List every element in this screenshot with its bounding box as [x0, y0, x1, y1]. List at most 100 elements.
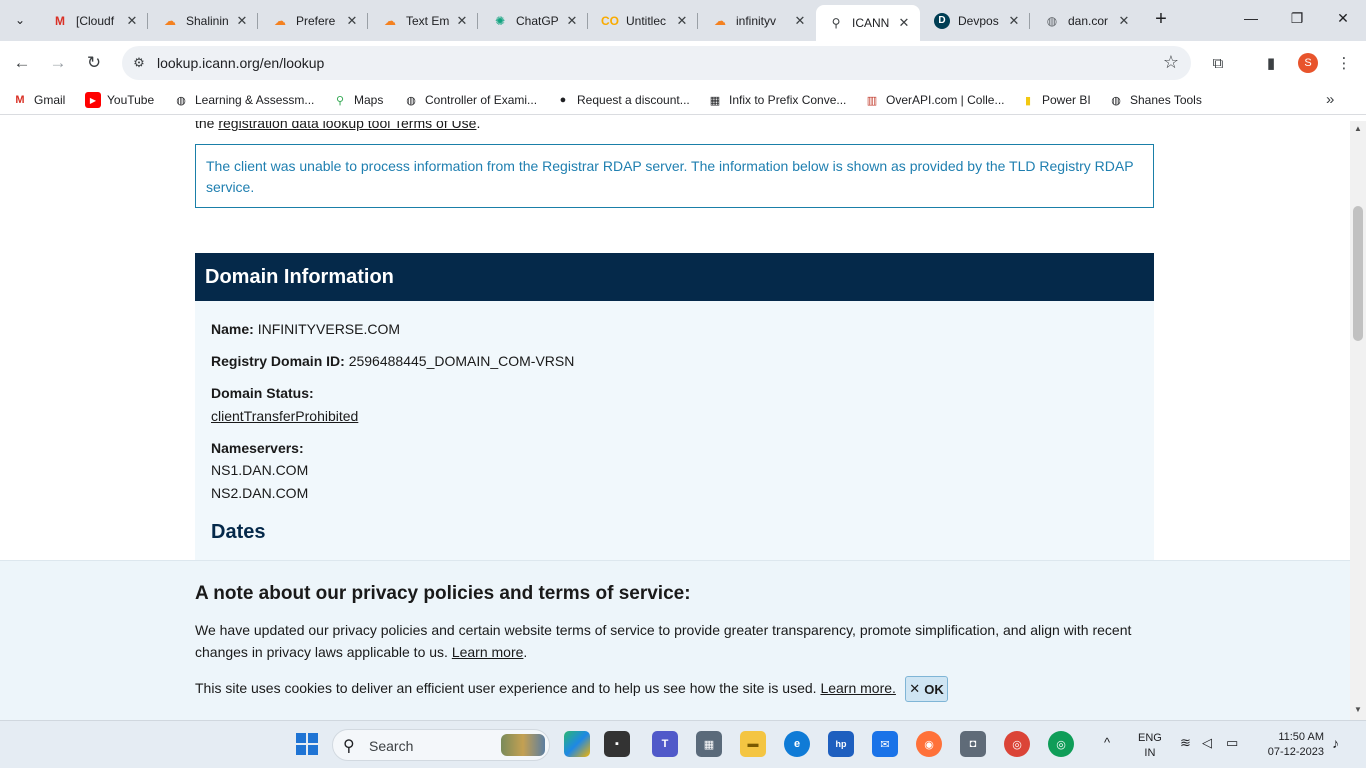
tab-label: Text Em [406, 13, 450, 28]
search-highlight-image [501, 734, 545, 756]
tab-3[interactable]: ☁ Text Em ✕ [370, 6, 478, 35]
bookmark-star-icon[interactable]: ☆ [1163, 52, 1179, 73]
ok-button[interactable]: ✕ OK [905, 676, 948, 702]
tab-label: dan.cor [1068, 13, 1109, 28]
reload-icon[interactable]: ↻ [82, 51, 106, 75]
language-indicator[interactable]: ENG IN [1138, 731, 1162, 761]
tab-label: ICANN [852, 16, 890, 30]
tab-8[interactable]: D Devpos ✕ [922, 6, 1030, 35]
status-link[interactable]: clientTransferProhibited [211, 408, 358, 424]
windows-start-icon[interactable] [296, 733, 318, 755]
wifi-icon[interactable]: ≋ [1180, 735, 1191, 751]
map-pin-icon: ⚲ [335, 94, 345, 107]
bookmark-overapi[interactable]: ▥ OverAPI.com | Colle... [864, 92, 1005, 108]
close-icon[interactable]: ✕ [234, 13, 250, 29]
tab-1[interactable]: ☁ Shalinin ✕ [150, 6, 258, 35]
profile-avatar[interactable]: S [1298, 53, 1318, 73]
chrome-profile-icon[interactable]: ◎ [1048, 731, 1074, 757]
notification-icon[interactable]: ♪ [1332, 735, 1339, 751]
nameserver-2: NS2.DAN.COM [211, 485, 309, 501]
myhp-icon[interactable]: hp [828, 731, 854, 757]
tab-search-button[interactable]: ⌄ [8, 8, 32, 32]
bookmark-maps[interactable]: ⚲ Maps [332, 92, 383, 108]
bookmark-learning[interactable]: ◍ Learning & Assessm... [173, 92, 314, 108]
bookmark-controller[interactable]: ◍ Controller of Exami... [403, 92, 537, 108]
scroll-up-icon[interactable]: ▲ [1350, 124, 1366, 138]
tab-label: Devpos [958, 13, 999, 28]
cloudflare-icon: ☁ [164, 13, 176, 28]
firefox-icon[interactable]: ◉ [916, 731, 942, 757]
domain-information-heading: Domain Information [195, 253, 1154, 301]
bookmark-label: Power BI [1042, 93, 1091, 107]
edge-icon[interactable]: e [784, 731, 810, 757]
close-window-icon[interactable]: ✕ [1333, 10, 1353, 27]
tab-5[interactable]: CO Untitlec ✕ [590, 6, 698, 35]
page-scrollbar[interactable]: ▲ ▼ [1350, 121, 1366, 720]
battery-icon[interactable]: ▭ [1226, 735, 1238, 751]
url-text[interactable]: lookup.icann.org/en/lookup [157, 55, 324, 71]
close-icon[interactable]: ✕ [674, 13, 690, 29]
scroll-thumb[interactable] [1353, 206, 1363, 341]
side-panel-icon[interactable]: ▮ [1261, 53, 1281, 73]
learn-more-link-1[interactable]: Learn more [452, 644, 524, 660]
nameservers-label: Nameservers: [211, 440, 304, 456]
globe-icon: ◍ [1111, 94, 1121, 107]
tab-4[interactable]: ✺ ChatGP ✕ [480, 6, 588, 35]
screen: ⌄ M [Cloudf ✕ ☁ Shalinin ✕ ☁ Prefere ✕ ☁… [0, 0, 1366, 768]
close-icon[interactable]: ✕ [1006, 13, 1022, 29]
bookmark-infix[interactable]: ▦ Infix to Prefix Conve... [707, 92, 847, 108]
close-icon[interactable]: ✕ [344, 13, 360, 29]
bookmark-shanes-tools[interactable]: ◍ Shanes Tools [1108, 92, 1202, 108]
registry-id-value: 2596488445_DOMAIN_COM-VRSN [348, 353, 575, 369]
github-icon: ● [559, 94, 567, 106]
camera-icon[interactable]: ◘ [960, 731, 986, 757]
registry-id-field: Registry Domain ID: 2596488445_DOMAIN_CO… [211, 353, 575, 369]
file-explorer-icon[interactable]: ▬ [740, 731, 766, 757]
terms-of-use-link[interactable]: registration data lookup tool Terms of U… [218, 121, 476, 131]
forward-icon[interactable]: → [46, 51, 70, 75]
new-tab-button[interactable]: + [1150, 9, 1172, 31]
close-icon[interactable]: ✕ [896, 15, 912, 31]
cloudflare-icon: ☁ [384, 13, 396, 28]
menu-dots-icon[interactable]: ⋮ [1334, 53, 1354, 73]
taskbar: ⚲ Search ▪ T ▦ ▬ e hp ✉ ◉ ◘ ◎ ◎ ^ ENG IN… [0, 720, 1366, 768]
bookmark-powerbi[interactable]: ▮ Power BI [1020, 92, 1091, 108]
teams-icon[interactable]: T [652, 731, 678, 757]
mail-icon[interactable]: ✉ [872, 731, 898, 757]
chevron-right-icon[interactable]: » [1326, 91, 1334, 108]
close-icon[interactable]: ✕ [454, 13, 470, 29]
tab-0[interactable]: M [Cloudf ✕ [40, 6, 148, 35]
close-icon[interactable]: ✕ [792, 13, 808, 29]
tab-2[interactable]: ☁ Prefere ✕ [260, 6, 368, 35]
bookmark-github[interactable]: ● Request a discount... [555, 92, 690, 108]
tab-7-active[interactable]: ⚲ ICANN ✕ [816, 5, 920, 41]
address-bar[interactable]: ⚙ lookup.icann.org/en/lookup ☆ [122, 46, 1191, 80]
terminal-icon[interactable]: ▪ [604, 731, 630, 757]
bookmarks-bar: M Gmail ▶ YouTube ◍ Learning & Assessm..… [0, 85, 1366, 115]
site-info-icon[interactable]: ⚙ [130, 54, 148, 72]
volume-icon[interactable]: ◁ [1202, 735, 1212, 751]
close-icon[interactable]: ✕ [124, 13, 140, 29]
bookmark-youtube[interactable]: ▶ YouTube [85, 92, 154, 108]
tab-9[interactable]: ◍ dan.cor ✕ [1032, 6, 1140, 35]
copilot-icon[interactable] [564, 731, 590, 757]
clock[interactable]: 11:50 AM 07-12-2023 [1258, 730, 1324, 760]
taskbar-search[interactable]: ⚲ Search [332, 729, 550, 761]
restore-icon[interactable]: ❐ [1287, 10, 1307, 27]
domain-name-value: INFINITYVERSE.COM [257, 321, 401, 337]
tab-6[interactable]: ☁ infinityv ✕ [700, 6, 816, 35]
chrome-icon[interactable]: ◎ [1004, 731, 1030, 757]
minimize-icon[interactable]: — [1241, 10, 1261, 26]
back-icon[interactable]: ← [10, 51, 34, 75]
bookmark-gmail[interactable]: M Gmail [12, 92, 65, 108]
scroll-down-icon[interactable]: ▼ [1350, 705, 1366, 719]
close-icon[interactable]: ✕ [1116, 13, 1132, 29]
close-icon[interactable]: ✕ [564, 13, 580, 29]
learn-more-link-2[interactable]: Learn more. [820, 680, 895, 696]
calculator-icon[interactable]: ▦ [696, 731, 722, 757]
chevron-up-icon[interactable]: ^ [1104, 735, 1110, 750]
globe-icon: ◍ [1046, 13, 1058, 28]
bookmark-label: Gmail [34, 93, 66, 107]
icann-icon: ⚲ [831, 16, 841, 30]
extensions-icon[interactable]: ⧉ [1208, 53, 1228, 73]
